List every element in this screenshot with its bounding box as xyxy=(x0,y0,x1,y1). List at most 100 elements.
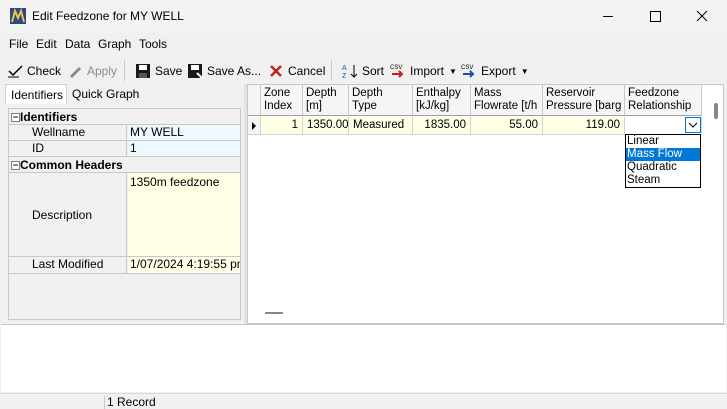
import-label: Import xyxy=(410,64,445,78)
sort-button[interactable]: AZ Sort xyxy=(342,61,384,81)
save-button[interactable]: Save xyxy=(135,61,182,81)
property-description[interactable]: Description 1350m feedzone xyxy=(9,173,240,257)
export-dropdown-arrow-icon[interactable]: ▼ xyxy=(521,67,529,76)
col-header-mass-flowrate[interactable]: Mass Flowrate [t/h xyxy=(471,85,543,116)
cell-depth[interactable]: 1350.00 xyxy=(303,117,349,135)
title-bar: Edit Feedzone for MY WELL xyxy=(0,0,727,33)
left-panel: Identifiers Quick Graph − Identifiers We… xyxy=(5,84,243,321)
save-label: Save xyxy=(155,64,183,78)
save-as-icon xyxy=(188,64,203,79)
svg-text:A: A xyxy=(342,65,347,72)
toolbar-separator xyxy=(331,60,332,81)
row-header-corner xyxy=(248,85,261,116)
svg-text:Z: Z xyxy=(342,73,347,79)
cancel-x-icon xyxy=(270,65,282,77)
col-header-feedzone-relationship[interactable]: Feedzone Relationship xyxy=(625,85,702,116)
csv-text: CSV xyxy=(390,65,402,71)
cell-mass-flowrate[interactable]: 55.00 xyxy=(471,117,543,135)
option-steam[interactable]: Steam xyxy=(626,174,700,187)
maximize-icon xyxy=(650,11,661,22)
minimize-icon xyxy=(603,16,613,17)
sort-az-icon: AZ xyxy=(342,65,358,79)
last-modified-label: Last Modified xyxy=(9,257,127,273)
close-icon xyxy=(696,10,708,22)
dropdown-button[interactable] xyxy=(685,117,701,133)
option-mass-flow[interactable]: Mass Flow xyxy=(626,148,700,161)
cell-zone-index[interactable]: 1 xyxy=(261,117,303,135)
horizontal-scrollbar-thumb[interactable] xyxy=(265,312,283,314)
collapse-icon[interactable]: − xyxy=(11,161,20,170)
menu-bar: File Edit Data Graph Tools xyxy=(0,34,727,55)
category-common-headers[interactable]: − Common Headers xyxy=(9,157,240,173)
col-header-depth-type[interactable]: Depth Type xyxy=(349,85,413,116)
col-header-reservoir-pressure[interactable]: Reservoir Pressure [barg xyxy=(543,85,625,116)
import-button[interactable]: CSV Import ▼ xyxy=(390,61,457,81)
category-identifiers[interactable]: − Identifiers xyxy=(9,109,240,125)
toolbar-separator xyxy=(124,60,125,81)
save-as-label: Save As... xyxy=(207,64,262,78)
csv-text: CSV xyxy=(461,65,473,71)
status-separator xyxy=(104,396,105,409)
check-icon xyxy=(8,65,23,78)
category-label: Common Headers xyxy=(20,158,123,172)
wellname-label: Wellname xyxy=(9,125,127,140)
cell-reservoir-pressure[interactable]: 119.00 xyxy=(543,117,625,135)
col-header-enthalpy[interactable]: Enthalpy [kJ/kg] xyxy=(413,85,471,116)
option-linear[interactable]: Linear xyxy=(626,135,700,148)
menu-data[interactable]: Data xyxy=(65,37,90,51)
cell-depth-type[interactable]: Measured xyxy=(349,117,413,135)
apply-button[interactable]: Apply xyxy=(67,61,117,81)
csv-export-icon: CSV xyxy=(461,65,475,78)
export-label: Export xyxy=(481,64,516,78)
menu-file[interactable]: File xyxy=(9,37,28,51)
vertical-scrollbar-thumb[interactable] xyxy=(714,103,718,119)
tab-identifiers[interactable]: Identifiers xyxy=(5,84,67,104)
window-title: Edit Feedzone for MY WELL xyxy=(32,9,184,23)
chevron-down-icon xyxy=(688,122,698,128)
col-header-depth[interactable]: Depth [m] xyxy=(303,85,349,116)
cancel-button[interactable]: Cancel xyxy=(268,61,325,81)
csv-import-icon: CSV xyxy=(390,65,404,78)
property-id[interactable]: ID 1 xyxy=(9,141,240,157)
status-bar: 1 Record xyxy=(0,393,727,409)
app-icon xyxy=(10,8,26,24)
option-quadratic[interactable]: Quadratic xyxy=(626,161,700,174)
apply-icon xyxy=(70,67,81,78)
apply-label: Apply xyxy=(87,64,118,78)
save-as-button[interactable]: Save As... xyxy=(187,61,261,81)
cell-enthalpy[interactable]: 1835.00 xyxy=(413,117,471,135)
collapse-icon[interactable]: − xyxy=(11,113,20,122)
current-row-arrow-icon xyxy=(252,122,256,130)
description-value[interactable]: 1350m feedzone xyxy=(128,173,240,256)
id-value[interactable]: 1 xyxy=(128,141,240,156)
check-label: Check xyxy=(27,64,62,78)
close-button[interactable] xyxy=(679,0,725,33)
id-label: ID xyxy=(9,141,127,156)
record-count: 1 Record xyxy=(107,395,156,409)
maximize-button[interactable] xyxy=(632,0,678,33)
check-button[interactable]: Check xyxy=(7,61,61,81)
cell-feedzone-relationship[interactable] xyxy=(625,117,702,135)
toolbar: Check Apply Save Save As... Cancel AZ So… xyxy=(0,57,727,84)
property-grid: − Identifiers Wellname MY WELL ID 1 − Co… xyxy=(8,108,241,320)
minimize-button[interactable] xyxy=(585,0,631,33)
sort-label: Sort xyxy=(362,64,385,78)
menu-graph[interactable]: Graph xyxy=(98,37,131,51)
last-modified-value[interactable]: 1/07/2024 4:19:55 pm xyxy=(128,257,240,273)
property-last-modified[interactable]: Last Modified 1/07/2024 4:19:55 pm xyxy=(9,257,240,274)
description-label: Description xyxy=(9,173,127,256)
category-label: Identifiers xyxy=(20,110,78,124)
menu-tools[interactable]: Tools xyxy=(139,37,167,51)
feedzone-table: Zone Index Depth [m] Depth Type Enthalpy… xyxy=(247,84,724,324)
floppy-disk-icon xyxy=(136,64,150,78)
row-selector[interactable] xyxy=(248,117,261,135)
import-dropdown-arrow-icon[interactable]: ▼ xyxy=(449,67,457,76)
menu-edit[interactable]: Edit xyxy=(36,37,57,51)
cancel-label: Cancel xyxy=(288,64,326,78)
wellname-value[interactable]: MY WELL xyxy=(128,125,240,140)
property-wellname[interactable]: Wellname MY WELL xyxy=(9,125,240,141)
tab-quick-graph[interactable]: Quick Graph xyxy=(67,84,147,104)
relationship-dropdown-list: Linear Mass Flow Quadratic Steam xyxy=(625,134,701,188)
col-header-zone-index[interactable]: Zone Index xyxy=(261,85,303,116)
export-button[interactable]: CSV Export ▼ xyxy=(461,61,529,81)
